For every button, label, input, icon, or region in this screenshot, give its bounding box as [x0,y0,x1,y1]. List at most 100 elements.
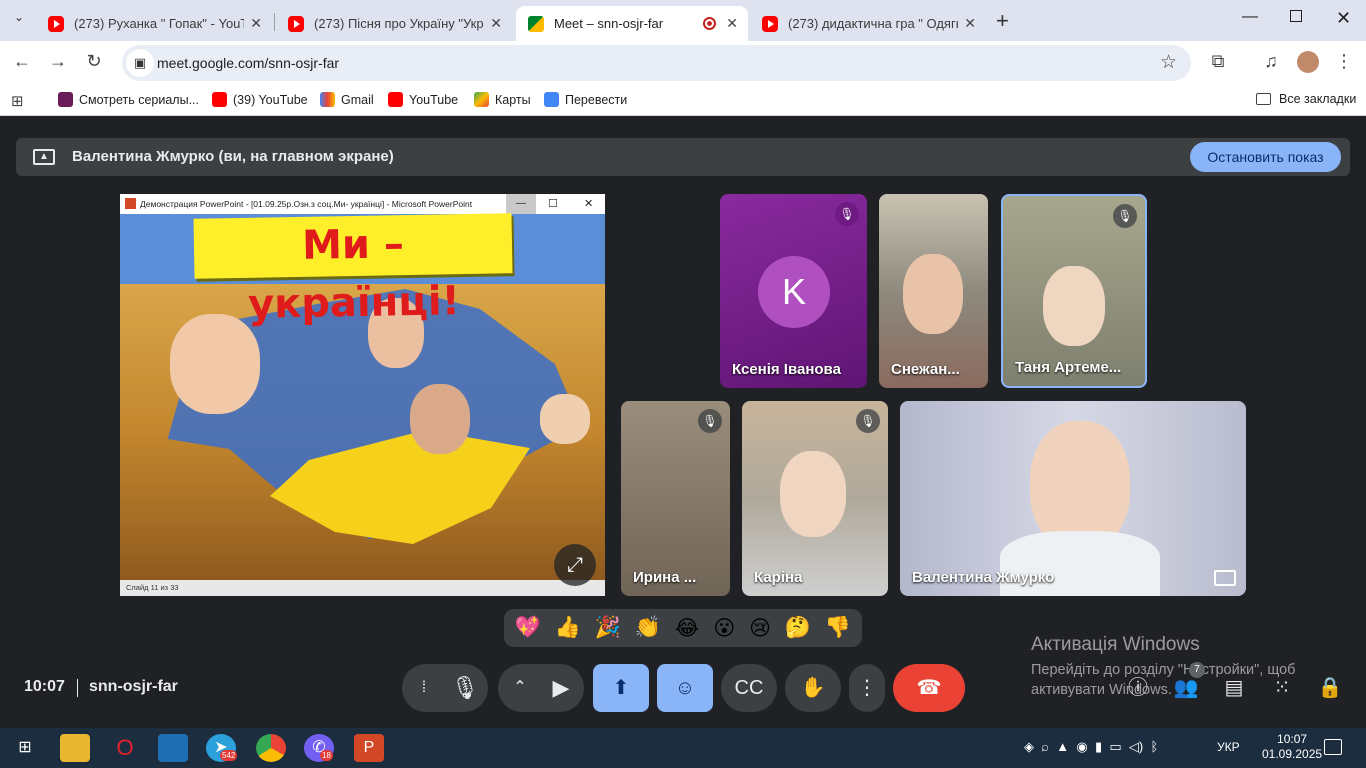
camera-button[interactable]: ▶ [538,664,584,712]
participant-tile-active-speaker[interactable]: 🎙 Таня Артеме... [1001,194,1147,388]
present-button[interactable]: ⬆ [593,664,649,712]
children-photo [170,314,260,414]
participant-name: Ирина ... [633,569,697,586]
bookmark-gmail[interactable]: Gmail [320,92,374,107]
language-indicator[interactable]: УКР [1217,740,1240,754]
reactions-button[interactable]: ☺ [657,664,713,712]
opera-icon[interactable]: O [110,734,140,762]
tab-youtube-game[interactable]: (273) дидактична гра " Одягни ✕ [750,6,986,41]
reaction-thumbs-down[interactable]: 👎 [825,616,851,640]
stop-presenting-button[interactable]: Остановить показ [1190,142,1341,172]
back-icon[interactable]: ← [10,51,34,72]
address-bar[interactable]: ▣ meet.google.com/snn-osjr-far ☆ [122,45,1191,81]
close-icon[interactable]: ✕ [726,15,738,32]
bookmark-serials[interactable]: Смотреть сериалы... [58,92,199,107]
forward-icon[interactable]: → [46,51,70,72]
bookmark-youtube[interactable]: YouTube [388,92,458,107]
file-explorer-icon[interactable] [60,734,90,762]
bookmark-translate[interactable]: Перевести [544,92,627,107]
bookmark-maps[interactable]: Карты [474,92,531,107]
apps-grid-icon[interactable]: ⊞ [11,92,24,110]
participant-video [903,254,963,334]
close-window-icon[interactable]: ✕ [1336,8,1351,29]
minimize-icon[interactable]: — [1242,8,1258,26]
media-control-icon[interactable]: ♫ [1259,51,1283,72]
mic-tray-icon[interactable]: ▮ [1095,739,1102,754]
reaction-sparkling-heart[interactable]: 💖 [515,616,541,640]
tray-icon[interactable]: ◉ [1076,739,1087,754]
notifications-icon[interactable] [1324,739,1342,755]
tray-icon[interactable]: ◈ [1024,739,1034,754]
activities-icon[interactable]: ⁙ [1269,676,1295,700]
close-icon[interactable]: ✕ [490,15,502,32]
reaction-crying[interactable]: 😢 [749,616,771,641]
restore-icon[interactable] [1290,10,1302,22]
fullscreen-expand-icon[interactable]: ⤢ [554,544,596,586]
reaction-laughing[interactable]: 😂 [675,616,700,641]
gmail-icon [320,92,335,107]
reaction-party-popper[interactable]: 🎉 [595,616,621,640]
presentation-tile[interactable]: Демонстрация PowerPoint - [01.09.25р.Озн… [120,194,605,596]
host-controls-icon[interactable]: 🔒 [1317,676,1343,700]
search-icon[interactable]: ⌕ [1041,739,1049,754]
all-bookmarks[interactable]: Все закладки [1256,92,1356,106]
powerpoint-titlebar: Демонстрация PowerPoint - [01.09.25р.Озн… [120,194,605,214]
ppt-maximize-icon[interactable]: ☐ [548,194,558,214]
raise-hand-button[interactable]: ✋ [785,664,841,712]
taskbar-time: 10:07 [1277,732,1308,746]
bookmark-youtube-39[interactable]: (39) YouTube [212,92,308,107]
telegram-icon[interactable]: ➤ 542 [206,734,238,762]
profile-avatar[interactable] [1297,51,1319,73]
bluetooth-icon[interactable]: ᛒ [1150,739,1158,754]
battery-icon[interactable]: ▭ [1109,739,1121,754]
meeting-info-icon[interactable]: ⓘ [1125,676,1151,700]
children-photo [410,384,470,454]
audio-settings-button[interactable]: ⁞ [410,664,438,712]
app-icon[interactable] [158,734,188,762]
reaction-thinking[interactable]: 🤔 [785,616,811,640]
more-options-button[interactable]: ⋮ [849,664,885,712]
participant-tile[interactable]: 🎙 Каріна [742,401,888,596]
video-settings-button[interactable]: ⌃ [506,664,534,712]
ppt-minimize-icon[interactable]: — [506,194,536,214]
participant-tile[interactable]: K 🎙 Ксенія Іванова [720,194,867,388]
new-tab-icon[interactable]: + [996,8,1009,34]
reaction-clapping[interactable]: 👏 [635,616,661,640]
tab-search-button[interactable]: ⌄ [8,10,30,30]
ppt-close-icon[interactable]: ✕ [584,194,593,214]
slide-counter: Слайд 11 из 33 [120,580,605,596]
pip-icon[interactable] [1214,570,1236,586]
participant-tile[interactable]: Снежан... [879,194,988,388]
participant-tile[interactable]: 🎙 Ирина ... [621,401,730,596]
network-icon[interactable]: ▲ [1056,739,1069,754]
viber-icon[interactable]: ✆ 18 [304,734,334,762]
start-windows-icon[interactable]: ⊞ [10,734,40,762]
mic-off-icon: 🎙 [698,409,722,433]
tab-meet[interactable]: Meet – snn-osjr-far ✕ [516,6,748,41]
bookmark-star-icon[interactable]: ☆ [1160,51,1177,74]
leave-call-button[interactable]: ☎ [893,664,965,712]
captions-button[interactable]: CC [721,664,777,712]
people-icon[interactable]: 👥 7 [1173,662,1205,700]
translate-icon [544,92,559,107]
tab-youtube-gopak[interactable]: (273) Руханка " Гопак" - YouTube ✕ [36,6,272,41]
taskbar-clock[interactable]: 10:07 01.09.2025 [1262,732,1322,762]
powerpoint-icon[interactable]: P [354,734,384,762]
close-icon[interactable]: ✕ [964,15,976,32]
participant-tile-self[interactable]: Валентина Жмурко [900,401,1246,596]
volume-icon[interactable]: ◁) [1129,739,1143,754]
menu-icon[interactable]: ⋮ [1332,51,1356,72]
reload-icon[interactable]: ↻ [82,51,106,72]
mic-button[interactable]: 🎙 [442,664,488,712]
bookmarks-bar: ⊞ Смотреть сериалы... (39) YouTube Gmail… [0,85,1366,116]
extensions-icon[interactable]: ⧉ [1206,51,1230,72]
url-text: meet.google.com/snn-osjr-far [157,55,340,71]
chat-icon[interactable]: ▤ [1221,676,1247,700]
participant-video [1000,531,1160,596]
children-photo [540,394,590,444]
reaction-surprised[interactable]: 😮 [713,616,735,641]
close-icon[interactable]: ✕ [250,15,262,32]
tab-youtube-song[interactable]: (273) Пісня про Україну "Украї ✕ [276,6,512,41]
chrome-icon[interactable] [256,734,286,762]
reaction-thumbs-up[interactable]: 👍 [555,616,581,640]
